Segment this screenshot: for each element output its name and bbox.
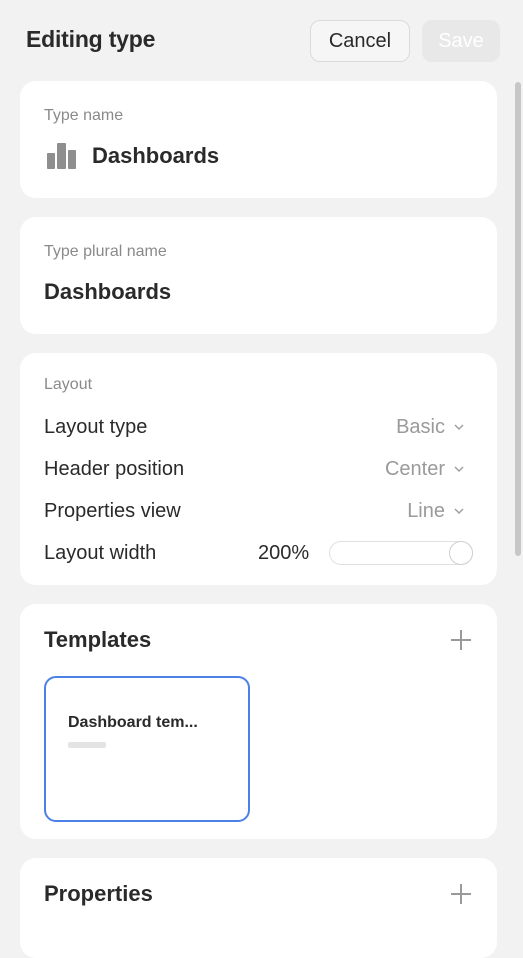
templates-title: Templates: [44, 627, 152, 652]
properties-view-label: Properties view: [44, 499, 181, 522]
type-name-value[interactable]: Dashboards: [92, 143, 219, 169]
save-button[interactable]: Save: [422, 20, 500, 62]
templates-card: Templates Dashboard tem...: [20, 604, 497, 839]
layout-type-row: Layout type Basic: [44, 412, 473, 442]
chevron-down-icon: [454, 466, 464, 473]
layout-type-value: Basic: [396, 415, 445, 438]
header-position-label: Header position: [44, 457, 185, 480]
layout-section-label: Layout: [44, 376, 93, 393]
template-name: Dashboard tem...: [68, 714, 198, 731]
layout-width-row: Layout width 200%: [44, 538, 473, 568]
page-title: Editing type: [26, 26, 156, 52]
layout-card: Layout Layout type Basic Header position…: [20, 353, 497, 585]
slider-thumb[interactable]: [449, 541, 473, 565]
chevron-down-icon: [454, 424, 464, 431]
header-position-select[interactable]: Center: [385, 458, 465, 481]
bar-chart-icon[interactable]: [47, 143, 77, 169]
template-item[interactable]: Dashboard tem...: [44, 676, 250, 822]
properties-title: Properties: [44, 881, 153, 906]
properties-view-value: Line: [407, 499, 445, 522]
properties-view-row: Properties view Line: [44, 496, 473, 526]
properties-card: Properties: [20, 858, 497, 958]
header: Editing type Cancel Save: [0, 0, 523, 82]
properties-view-select[interactable]: Line: [407, 500, 465, 523]
scrollbar[interactable]: [515, 82, 521, 556]
header-position-row: Header position Center: [44, 454, 473, 484]
type-name-card[interactable]: Type name Dashboards: [20, 81, 497, 198]
type-name-label: Type name: [44, 107, 124, 124]
plus-icon[interactable]: [449, 882, 473, 906]
layout-type-select[interactable]: Basic: [396, 416, 465, 439]
type-plural-name-label: Type plural name: [44, 243, 167, 260]
layout-width-value: 200%: [258, 541, 310, 564]
cancel-button[interactable]: Cancel: [310, 20, 410, 62]
template-preview-line: [68, 742, 106, 748]
type-plural-name-card[interactable]: Type plural name Dashboards: [20, 217, 497, 334]
plus-icon[interactable]: [449, 628, 473, 652]
header-position-value: Center: [384, 457, 445, 480]
layout-width-label: Layout width: [44, 541, 157, 564]
type-plural-name-value[interactable]: Dashboards: [44, 279, 171, 305]
chevron-down-icon: [454, 508, 464, 515]
layout-width-slider[interactable]: [329, 541, 473, 565]
layout-type-label: Layout type: [44, 415, 148, 438]
